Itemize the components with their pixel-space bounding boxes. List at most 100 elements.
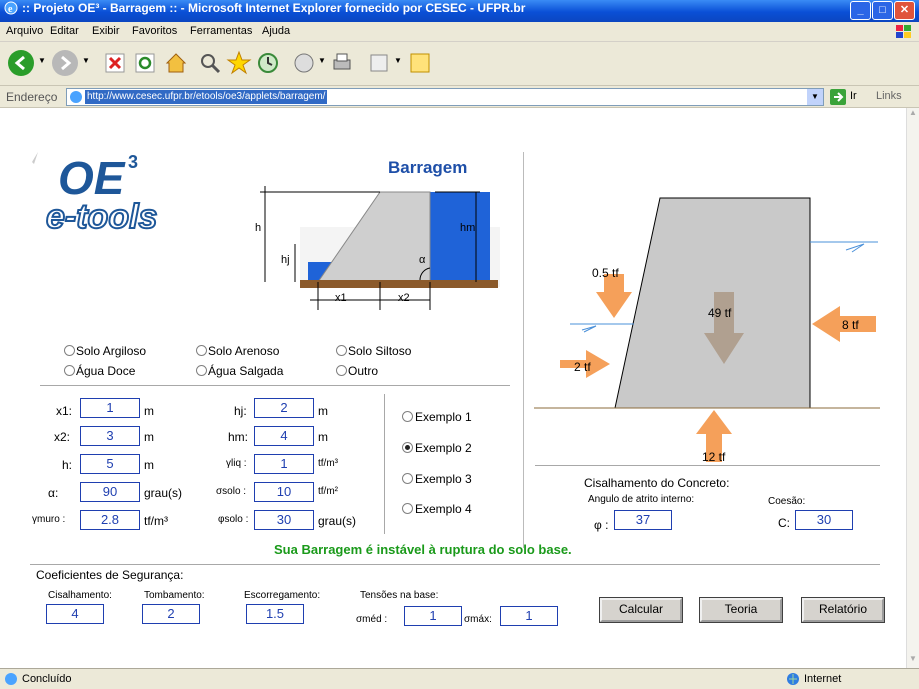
radio-solo-argiloso[interactable]	[64, 345, 75, 356]
input-sigma-solo[interactable]: 10	[254, 482, 314, 502]
output-slide: 1.5	[246, 604, 304, 624]
refresh-icon[interactable]	[134, 52, 156, 74]
menu-exibir[interactable]: Exibir	[92, 25, 120, 37]
input-x2[interactable]: 3	[80, 426, 140, 446]
calculate-button[interactable]: Calcular	[599, 597, 683, 623]
label-solo-argiloso[interactable]: Solo Argiloso	[76, 344, 146, 358]
radio-outro[interactable]	[336, 365, 347, 376]
label-exemplo-1[interactable]: Exemplo 1	[415, 410, 472, 424]
divider-vertical	[384, 394, 385, 534]
address-bar: Endereço http://www.cesec.ufpr.br/etools…	[0, 86, 919, 108]
status-bar: Concluído Internet	[0, 668, 919, 689]
output-overturn: 2	[142, 604, 200, 624]
svg-text:3: 3	[128, 152, 138, 172]
label-outro[interactable]: Outro	[348, 364, 378, 378]
radio-exemplo-3[interactable]	[402, 473, 413, 484]
label-agua-doce[interactable]: Água Doce	[76, 364, 135, 378]
menu-editar[interactable]: Editar	[50, 25, 79, 37]
history-icon[interactable]	[256, 51, 280, 75]
label-phi-solo: φsolo :	[218, 514, 249, 525]
close-button[interactable]: ✕	[894, 1, 915, 20]
diagram-label-h: h	[255, 222, 262, 234]
theory-button[interactable]: Teoria	[699, 597, 783, 623]
radio-exemplo-2[interactable]	[402, 442, 413, 453]
friction-angle-label: Angulo de atrito interno:	[588, 494, 695, 505]
radio-exemplo-1[interactable]	[402, 411, 413, 422]
result-message: Sua Barragem é instável à ruptura do sol…	[274, 542, 572, 557]
label-solo-siltoso[interactable]: Solo Siltoso	[348, 344, 411, 358]
page-icon	[70, 91, 82, 103]
links-button[interactable]: Links	[876, 90, 902, 102]
unit-gamma-liq: tf/m³	[318, 458, 338, 469]
edit-dropdown-icon[interactable]: ▼	[394, 56, 402, 65]
input-x1[interactable]: 1	[80, 398, 140, 418]
input-hm[interactable]: 4	[254, 426, 314, 446]
messenger-icon[interactable]	[408, 51, 432, 75]
diagram-label-alpha: α	[419, 254, 426, 266]
unit-phi-solo: grau(s)	[318, 514, 357, 528]
stress-label: Tensões na base:	[360, 590, 439, 601]
menu-ferramentas[interactable]: Ferramentas	[190, 25, 252, 37]
label-gamma-liq: γliq :	[226, 458, 247, 469]
label-solo-arenoso[interactable]: Solo Arenoso	[208, 344, 279, 358]
input-gamma-liq[interactable]: 1	[254, 454, 314, 474]
menu-favoritos[interactable]: Favoritos	[132, 25, 177, 37]
panel-divider	[523, 152, 524, 548]
label-exemplo-2[interactable]: Exemplo 2	[415, 441, 472, 455]
input-h[interactable]: 5	[80, 454, 140, 474]
home-icon[interactable]	[164, 51, 188, 75]
label-exemplo-4[interactable]: Exemplo 4	[415, 502, 472, 516]
oe3-logo: OE 3 e-tools	[32, 152, 158, 237]
window-title: :: Projeto OE³ - Barragem :: - Microsoft…	[22, 1, 526, 15]
print-icon[interactable]	[330, 51, 354, 75]
forward-icon[interactable]	[52, 50, 78, 76]
menu-ajuda[interactable]: Ajuda	[262, 25, 290, 37]
back-dropdown-icon[interactable]: ▼	[38, 56, 46, 65]
c-label: C:	[778, 516, 790, 530]
label-alpha: α:	[48, 486, 59, 500]
input-hj[interactable]: 2	[254, 398, 314, 418]
back-icon[interactable]	[8, 50, 34, 76]
label-agua-salgada[interactable]: Água Salgada	[208, 364, 283, 378]
sigma-max-label: σmáx:	[464, 614, 492, 625]
mail-dropdown-icon[interactable]: ▼	[318, 56, 326, 65]
menu-arquivo[interactable]: Arquivo	[6, 25, 43, 37]
forward-dropdown-icon[interactable]: ▼	[82, 56, 90, 65]
force-uplift: 12 tf	[702, 450, 726, 464]
address-url: http://www.cesec.ufpr.br/etools/oe3/appl…	[85, 90, 328, 104]
minimize-button[interactable]: _	[850, 1, 871, 20]
phi-label: φ :	[594, 518, 609, 532]
radio-solo-siltoso[interactable]	[336, 345, 347, 356]
unit-hj: m	[318, 404, 328, 418]
search-icon[interactable]	[198, 51, 222, 75]
label-exemplo-3[interactable]: Exemplo 3	[415, 472, 472, 486]
radio-exemplo-4[interactable]	[402, 503, 413, 514]
favorites-icon[interactable]	[226, 50, 252, 76]
maximize-button[interactable]: □	[872, 1, 893, 20]
report-button[interactable]: Relatório	[801, 597, 885, 623]
go-button[interactable]: Ir	[850, 90, 857, 102]
go-icon[interactable]	[830, 89, 846, 105]
input-phi-solo[interactable]: 30	[254, 510, 314, 530]
edit-icon[interactable]	[368, 52, 390, 74]
scroll-up-icon[interactable]: ▲	[909, 108, 917, 117]
input-alpha[interactable]: 90	[80, 482, 140, 502]
divider-bottom	[30, 564, 880, 565]
output-sigma-max: 1	[500, 606, 558, 626]
input-cohesion[interactable]: 30	[795, 510, 853, 530]
input-phi-concrete[interactable]: 37	[614, 510, 672, 530]
input-gamma-muro[interactable]: 2.8	[80, 510, 140, 530]
address-input[interactable]: http://www.cesec.ufpr.br/etools/oe3/appl…	[66, 88, 824, 106]
radio-agua-salgada[interactable]	[196, 365, 207, 376]
label-hj: hj:	[234, 404, 247, 418]
scroll-down-icon[interactable]: ▼	[909, 654, 917, 663]
toolbar: ▼ ▼ ▼ ▼	[0, 42, 919, 86]
mail-icon[interactable]	[292, 51, 316, 75]
radio-solo-arenoso[interactable]	[196, 345, 207, 356]
label-x1: x1:	[56, 404, 73, 418]
vertical-scrollbar[interactable]: ▲ ▼	[906, 108, 919, 668]
address-dropdown-icon[interactable]: ▼	[807, 89, 823, 105]
radio-agua-doce[interactable]	[64, 365, 75, 376]
stop-icon[interactable]	[104, 52, 126, 74]
unit-x2: m	[144, 430, 154, 444]
